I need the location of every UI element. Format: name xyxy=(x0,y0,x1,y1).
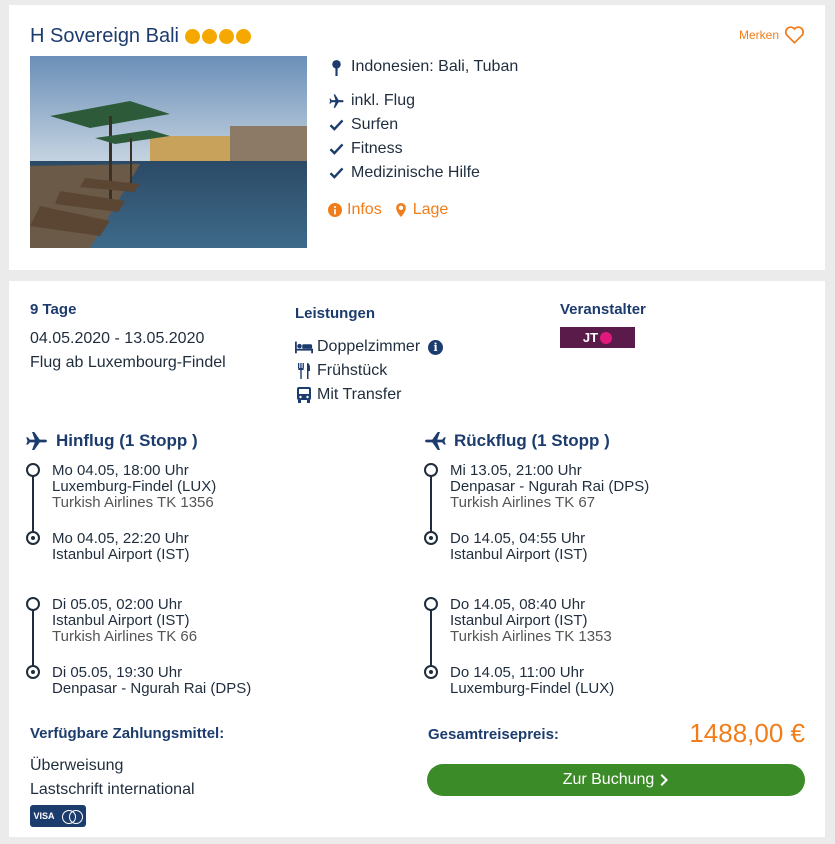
star-icon xyxy=(184,29,200,44)
airplane-icon xyxy=(329,93,344,108)
merken-label: Merken xyxy=(738,27,779,42)
room-info-icon[interactable]: i xyxy=(428,339,444,355)
check-icon xyxy=(329,143,344,155)
leg-dep-time: Do 14.05, 08:40 Uhr xyxy=(450,596,586,613)
airplane-icon xyxy=(26,432,47,450)
arrival-node-icon xyxy=(26,665,40,679)
hotel-stars xyxy=(184,29,251,44)
info-icon xyxy=(328,203,342,217)
map-marker-icon xyxy=(395,203,406,217)
hotel-title[interactable]: H Sovereign Bali xyxy=(30,25,251,48)
trip-card: 9 Tage 04.05.2020 - 13.05.2020 Flug ab L… xyxy=(9,281,825,837)
hinflug-leg-2: Di 05.05, 02:00 Uhr Istanbul Airport (IS… xyxy=(26,596,386,697)
hotel-image[interactable] xyxy=(30,56,307,248)
leg-dep-airport: Luxemburg-Findel (LUX) xyxy=(52,478,217,495)
hotel-card: H Sovereign Bali Merken Indonesien: Bali… xyxy=(9,5,825,270)
leg-airline: Turkish Airlines TK 67 xyxy=(450,494,596,511)
booking-button[interactable]: Zur Buchung xyxy=(427,764,805,796)
leg-arr-time: Do 14.05, 04:55 Uhr xyxy=(450,530,586,547)
leg-arr-time: Mo 04.05, 22:20 Uhr xyxy=(52,530,189,547)
infos-link[interactable]: Infos xyxy=(328,201,382,219)
arrival-node-icon xyxy=(26,531,40,545)
departure-node-icon xyxy=(424,463,438,477)
feature-medizin: Medizinische Hilfe xyxy=(328,164,480,182)
leg-arr-airport: Luxemburg-Findel (LUX) xyxy=(450,680,615,697)
hinflug-leg-1: Mo 04.05, 18:00 Uhr Luxemburg-Findel (LU… xyxy=(26,462,386,563)
trip-duration: 9 Tage xyxy=(30,301,77,318)
booking-button-label: Zur Buchung xyxy=(562,771,655,788)
rueckflug-leg-2: Do 14.05, 08:40 Uhr Istanbul Airport (IS… xyxy=(424,596,804,697)
bed-icon xyxy=(295,341,313,354)
hotel-links: Infos Lage xyxy=(328,201,448,219)
hotel-name[interactable]: H Sovereign Bali xyxy=(30,25,179,48)
mastercard-icon xyxy=(58,805,86,827)
leg-arr-airport: Denpasar - Ngurah Rai (DPS) xyxy=(52,680,252,697)
veranstalter-heading: Veranstalter xyxy=(560,301,646,318)
trip-departure: Flug ab Luxembourg-Findel xyxy=(30,354,226,371)
trip-dates: 04.05.2020 - 13.05.2020 xyxy=(30,330,205,347)
leg-dep-airport: Istanbul Airport (IST) xyxy=(450,612,588,629)
leg-dep-time: Di 05.05, 02:00 Uhr xyxy=(52,596,183,613)
rueckflug-heading: Rückflug (1 Stopp ) xyxy=(424,431,610,451)
visa-logo: VISA xyxy=(30,805,58,827)
total-price: 1488,00 € xyxy=(689,718,805,748)
leg-arr-time: Do 14.05, 11:00 Uhr xyxy=(450,664,584,681)
cutlery-icon xyxy=(298,363,310,379)
arrival-node-icon xyxy=(424,665,438,679)
leistung-transfer: Mit Transfer xyxy=(295,386,401,404)
leg-airline: Turkish Airlines TK 1356 xyxy=(52,494,214,511)
merken-button[interactable]: Merken xyxy=(739,25,805,44)
star-icon xyxy=(201,29,217,44)
departure-node-icon xyxy=(424,597,438,611)
payment-method: Überweisung xyxy=(30,757,124,774)
location-pin-icon xyxy=(332,59,341,76)
leistung-fruehstueck: Frühstück xyxy=(295,362,387,380)
payment-heading: Verfügbare Zahlungsmittel: xyxy=(30,725,225,742)
leg-dep-airport: Denpasar - Ngurah Rai (DPS) xyxy=(450,478,650,495)
hotel-location: Indonesien: Bali, Tuban xyxy=(328,58,518,76)
star-icon xyxy=(235,29,251,44)
rueckflug-leg-1: Mi 13.05, 21:00 Uhr Denpasar - Ngurah Ra… xyxy=(424,462,804,563)
flower-icon xyxy=(600,331,613,344)
departure-node-icon xyxy=(26,597,40,611)
leg-arr-airport: Istanbul Airport (IST) xyxy=(450,546,588,563)
check-icon xyxy=(329,119,344,131)
arrival-node-icon xyxy=(424,531,438,545)
leg-dep-time: Mi 13.05, 21:00 Uhr xyxy=(450,462,582,479)
feature-flight: inkl. Flug xyxy=(328,92,415,110)
feature-fitness: Fitness xyxy=(328,140,403,158)
lage-link[interactable]: Lage xyxy=(394,201,448,219)
chevron-right-icon xyxy=(660,774,669,786)
departure-node-icon xyxy=(26,463,40,477)
airplane-icon xyxy=(425,432,446,450)
leg-dep-airport: Istanbul Airport (IST) xyxy=(52,612,190,629)
leg-dep-time: Mo 04.05, 18:00 Uhr xyxy=(52,462,189,479)
leg-arr-airport: Istanbul Airport (IST) xyxy=(52,546,190,563)
payment-logos: VISA xyxy=(30,805,86,827)
total-price-label: Gesamtreisepreis: xyxy=(428,726,559,743)
veranstalter-logo: JT xyxy=(560,327,635,348)
star-icon xyxy=(218,29,234,44)
leg-airline: Turkish Airlines TK 66 xyxy=(52,628,198,645)
hinflug-heading: Hinflug (1 Stopp ) xyxy=(26,431,198,451)
leistung-doppelzimmer: Doppelzimmer i xyxy=(295,338,444,356)
check-icon xyxy=(329,167,344,179)
leg-arr-time: Di 05.05, 19:30 Uhr xyxy=(52,664,183,681)
leg-airline: Turkish Airlines TK 1353 xyxy=(450,628,612,645)
heart-icon xyxy=(784,26,805,44)
feature-surfen: Surfen xyxy=(328,116,398,134)
bus-icon xyxy=(297,387,311,403)
payment-method: Lastschrift international xyxy=(30,781,195,798)
leistungen-heading: Leistungen xyxy=(295,305,376,322)
